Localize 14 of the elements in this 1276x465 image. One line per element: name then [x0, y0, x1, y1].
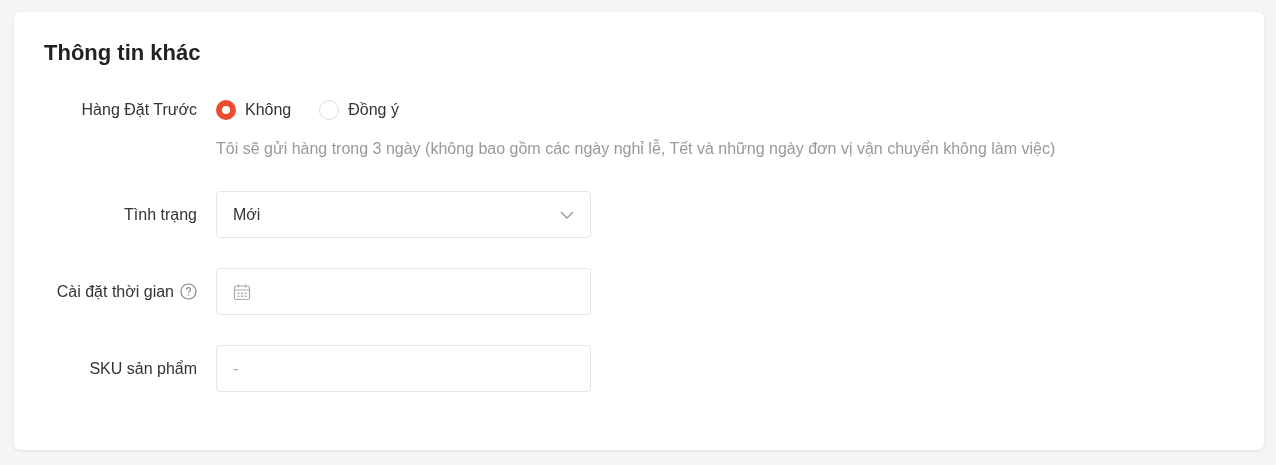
field-label: Hàng Đặt Trước: [81, 100, 197, 121]
sku-field[interactable]: -: [216, 345, 591, 393]
date-field[interactable]: [216, 268, 591, 316]
condition-select[interactable]: Mới: [216, 191, 591, 239]
field-label: Cài đặt thời gian: [56, 281, 174, 302]
field-label: SKU sản phẩm: [89, 358, 197, 379]
section-title: Thông tin khác: [44, 40, 202, 67]
field-label: Tình trạng: [124, 204, 197, 225]
help-icon[interactable]: [180, 283, 197, 301]
chevron-down-icon: [560, 210, 574, 219]
calendar-icon: [233, 282, 251, 301]
radio-option[interactable]: Đồng ý: [319, 96, 399, 125]
hint-text: Tôi sẽ gửi hàng trong 3 ngày (không bao gồm các ngày nghỉ lễ, Tết và những ngày đơn vị vận chuyển không làm việc): [216, 138, 1056, 160]
radio-option[interactable]: Không: [216, 96, 292, 125]
